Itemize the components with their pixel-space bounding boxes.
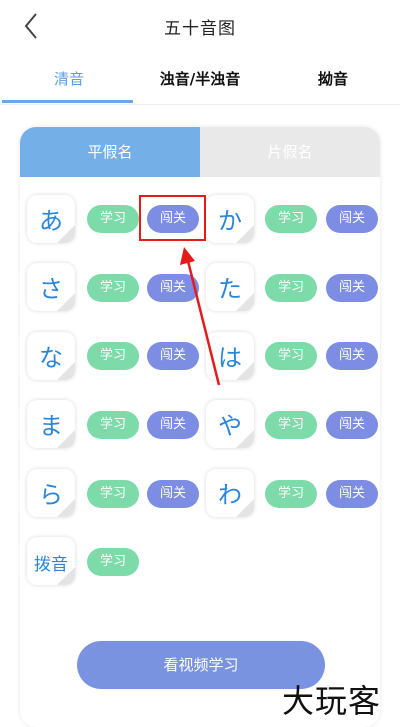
hiragana-tab[interactable]: 平假名 — [20, 127, 200, 177]
study-button-ma[interactable]: 学习 — [87, 411, 139, 439]
study-button-ya[interactable]: 学习 — [265, 411, 317, 439]
study-button-ta[interactable]: 学习 — [265, 274, 317, 302]
kana-type-switch: 平假名 片假名 — [20, 127, 380, 177]
pass-button-ka[interactable]: 闯关 — [326, 205, 378, 233]
kana-tile-ya[interactable]: や — [206, 400, 254, 448]
tab-seion[interactable]: 清音 — [2, 68, 136, 89]
kana-tile-ra[interactable]: ら — [27, 469, 75, 517]
pass-button-ra[interactable]: 闯关 — [147, 480, 199, 508]
pass-button-ha[interactable]: 闯关 — [326, 342, 378, 370]
kana-tile-a[interactable]: あ — [27, 195, 75, 243]
tab-youon[interactable]: 拗音 — [266, 68, 400, 89]
header: 五十音图 — [0, 0, 400, 52]
pass-button-ta[interactable]: 闯关 — [326, 274, 378, 302]
study-button-n[interactable]: 学习 — [87, 548, 139, 576]
study-button-wa[interactable]: 学习 — [265, 480, 317, 508]
watermark: 大玩客 — [282, 682, 382, 720]
pass-button-wa[interactable]: 闯关 — [326, 480, 378, 508]
kana-tile-ka[interactable]: か — [206, 195, 254, 243]
kana-tile-na[interactable]: な — [27, 332, 75, 380]
study-button-na[interactable]: 学习 — [87, 342, 139, 370]
highlight-box — [139, 195, 206, 241]
katakana-tab[interactable]: 片假名 — [200, 127, 380, 177]
study-button-ha[interactable]: 学习 — [265, 342, 317, 370]
tab-dakuon[interactable]: 浊音/半浊音 — [133, 68, 267, 89]
arrow-icon — [180, 247, 221, 386]
pass-button-ma[interactable]: 闯关 — [147, 411, 199, 439]
study-button-ra[interactable]: 学习 — [87, 480, 139, 508]
kana-tile-n[interactable]: 拨音 — [27, 537, 75, 585]
pass-button-ya[interactable]: 闯关 — [326, 411, 378, 439]
kana-tile-wa[interactable]: わ — [206, 469, 254, 517]
kana-tile-ma[interactable]: ま — [27, 400, 75, 448]
tab-bar: 清音 浊音/半浊音 拗音 — [0, 52, 400, 105]
kana-tile-sa[interactable]: さ — [27, 263, 75, 311]
study-button-a[interactable]: 学习 — [87, 205, 139, 233]
study-button-ka[interactable]: 学习 — [265, 205, 317, 233]
page-title: 五十音图 — [164, 19, 236, 39]
study-button-sa[interactable]: 学习 — [87, 274, 139, 302]
active-tab-indicator — [2, 100, 133, 103]
